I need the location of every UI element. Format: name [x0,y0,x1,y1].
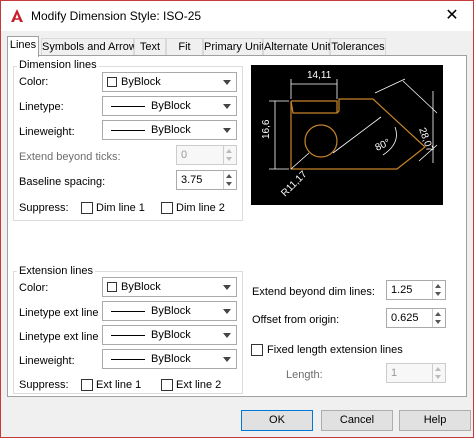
tab-primary-units[interactable]: Primary Units [203,38,270,56]
chevron-down-icon [223,309,231,314]
spin-up-icon[interactable] [226,149,232,153]
help-button[interactable]: Help [399,410,471,431]
extension-lines-group-label: Extension lines [17,265,95,277]
dim-line-1-label: Dim line 1 [96,202,145,214]
dim-color-label: Color: [19,76,49,88]
ext-linetype1-dropdown[interactable]: ByBlock [102,301,237,321]
ext-lineweight-label: Lineweight: [19,355,75,367]
dim-lineweight-dropdown[interactable]: ByBlock [102,120,237,140]
spin-down-icon[interactable] [226,182,232,186]
dim-linetype-value: ByBlock [151,100,191,112]
dim-line-1-checkbox[interactable] [81,202,93,214]
radius-text: R11,17 [279,169,309,199]
dimension-preview: 14,11 16,6 28,07 80° R11,17 [251,65,443,205]
chevron-down-icon [223,333,231,338]
dim-linetype-label: Linetype: [19,101,64,113]
dialog-window: Modify Dimension Style: ISO-25 ✕ Lines S… [0,0,474,438]
length-label: Length: [286,369,323,381]
extend-beyond-ticks-value: 0 [181,149,188,161]
dim-line-2-checkbox[interactable] [161,202,173,214]
ext-line-1-label: Ext line 1 [96,379,142,391]
linetype-sample-icon [111,335,145,336]
fixed-length-label: Fixed length extension lines [267,344,403,356]
dim-right-text: 28,07 [416,126,435,154]
ext-linetype2-label: Linetype ext line 2: [19,331,111,343]
spin-down-icon[interactable] [226,157,232,161]
ext-color-dropdown[interactable]: ByBlock [102,277,237,297]
ext-linetype1-label: Linetype ext line 1: [19,307,111,319]
dimension-lines-group-label: Dimension lines [17,59,99,71]
spin-down-icon[interactable] [435,292,441,296]
lineweight-sample-icon [111,130,145,131]
angle-text: 80° [374,137,392,153]
ext-lineweight-dropdown[interactable]: ByBlock [102,349,237,369]
offset-from-origin-label: Offset from origin: [252,314,340,326]
dim-color-dropdown[interactable]: ByBlock [102,72,237,92]
extend-beyond-ticks-label: Extend beyond ticks: [19,151,121,163]
ok-button[interactable]: OK [241,410,313,431]
chevron-down-icon [223,357,231,362]
ext-color-label: Color: [19,282,49,294]
ext-line-2-label: Ext line 2 [176,379,222,391]
linetype-sample-icon [111,311,145,312]
color-swatch-icon [107,282,117,292]
dim-top-text: 14,11 [307,70,332,81]
dim-left-text: 16,6 [261,119,272,139]
ext-line-1-checkbox[interactable] [81,379,93,391]
extend-beyond-dim-lines-value: 1.25 [391,284,413,296]
tab-alternate-units[interactable]: Alternate Units [263,38,336,56]
chevron-down-icon [223,80,231,85]
dim-lineweight-value: ByBlock [151,124,191,136]
preview-dimensions [269,78,438,170]
ext-linetype2-value: ByBlock [151,329,191,341]
fixed-length-checkbox[interactable] [251,344,263,356]
extend-beyond-ticks-stepper[interactable]: 0 [176,145,237,165]
ext-color-value: ByBlock [121,281,161,293]
dim-suppress-label: Suppress: [19,202,69,214]
ext-lineweight-value: ByBlock [151,353,191,365]
length-value: 1 [391,367,398,379]
cancel-button[interactable]: Cancel [321,410,393,431]
chevron-down-icon [223,128,231,133]
lineweight-sample-icon [111,359,145,360]
spin-down-icon[interactable] [435,320,441,324]
dim-color-value: ByBlock [121,76,161,88]
close-icon[interactable]: ✕ [441,5,463,27]
baseline-spacing-value: 3.75 [181,174,203,186]
window-title: Modify Dimension Style: ISO-25 [31,9,202,23]
length-stepper[interactable]: 1 [386,363,446,383]
spin-down-icon[interactable] [435,375,441,379]
baseline-spacing-stepper[interactable]: 3.75 [176,170,237,190]
ext-linetype1-value: ByBlock [151,305,191,317]
chevron-down-icon [223,285,231,290]
dim-line-2-label: Dim line 2 [176,202,225,214]
extend-beyond-dim-lines-stepper[interactable]: 1.25 [386,280,446,300]
tab-symbols-and-arrows[interactable]: Symbols and Arrows [41,38,142,56]
title-bar: Modify Dimension Style: ISO-25 ✕ [1,1,473,31]
tab-tolerances[interactable]: Tolerances [330,38,386,56]
ext-linetype2-dropdown[interactable]: ByBlock [102,325,237,345]
extend-beyond-dim-lines-label: Extend beyond dim lines: [252,286,375,298]
linetype-sample-icon [111,106,145,107]
preview-drawing: 14,11 16,6 28,07 80° R11,17 [261,70,438,199]
chevron-down-icon [223,104,231,109]
offset-from-origin-stepper[interactable]: 0.625 [386,308,446,328]
tab-lines[interactable]: Lines [7,36,39,57]
ext-suppress-label: Suppress: [19,379,69,391]
spin-up-icon[interactable] [435,312,441,316]
spin-up-icon[interactable] [435,367,441,371]
baseline-spacing-label: Baseline spacing: [19,176,106,188]
spin-up-icon[interactable] [435,284,441,288]
ext-line-2-checkbox[interactable] [161,379,173,391]
tab-text[interactable]: Text [134,38,166,56]
dim-linetype-dropdown[interactable]: ByBlock [102,96,237,116]
autocad-app-icon [9,8,25,24]
dim-lineweight-label: Lineweight: [19,126,75,138]
tab-fit[interactable]: Fit [166,38,203,56]
spin-up-icon[interactable] [226,174,232,178]
offset-from-origin-value: 0.625 [391,312,419,324]
color-swatch-icon [107,77,117,87]
